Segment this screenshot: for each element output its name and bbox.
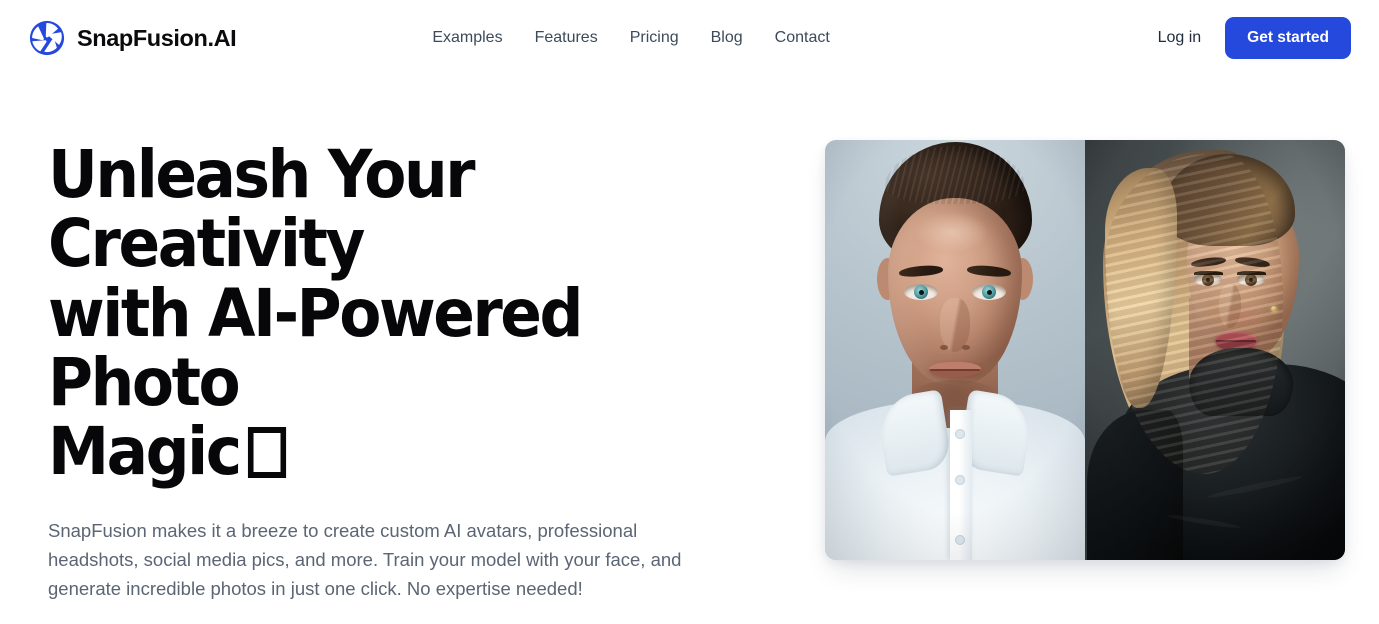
hero-title-line-1: Unleash Your Creativity — [48, 136, 476, 283]
get-started-button-nav[interactable]: Get started — [1225, 17, 1351, 59]
photo-vignette — [1085, 140, 1345, 560]
login-link[interactable]: Log in — [1158, 29, 1202, 47]
missing-glyph-box-icon — [248, 426, 287, 479]
female-headshot-photo — [1085, 140, 1345, 560]
nav-link-examples[interactable]: Examples — [416, 21, 518, 55]
hero-title: Unleash Your Creativity with AI-Powered … — [48, 140, 699, 487]
hero-subtitle: SnapFusion makes it a breeze to create c… — [48, 520, 682, 599]
brand-logo[interactable]: SnapFusion.AI — [28, 19, 237, 57]
nav-link-blog[interactable]: Blog — [695, 21, 759, 55]
nav-link-pricing[interactable]: Pricing — [614, 21, 695, 55]
hero-title-line-3: Magic — [48, 413, 242, 491]
navbar: SnapFusion.AI Examples Features Pricing … — [0, 0, 1379, 76]
nav-link-features[interactable]: Features — [519, 21, 614, 55]
nav-link-contact[interactable]: Contact — [759, 21, 846, 55]
male-headshot-photo — [825, 140, 1085, 560]
nav-links: Examples Features Pricing Blog Contact — [416, 21, 845, 55]
hero-section: Unleash Your Creativity with AI-Powered … — [0, 76, 1379, 624]
nav-actions: Log in Get started — [1158, 17, 1351, 59]
hero-image-panel — [825, 140, 1345, 560]
hero-title-line-2: with AI-Powered Photo — [48, 274, 583, 421]
hero-copy: Unleash Your Creativity with AI-Powered … — [48, 140, 748, 624]
brand-name: SnapFusion.AI — [77, 24, 237, 51]
camera-aperture-icon — [29, 20, 65, 56]
photo-vignette — [825, 140, 1085, 560]
